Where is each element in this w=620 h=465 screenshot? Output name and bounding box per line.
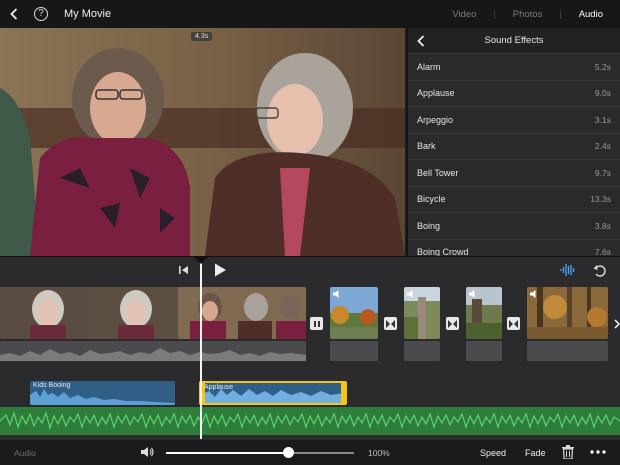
clip-thumbnails bbox=[0, 287, 306, 339]
help-button[interactable]: ? bbox=[34, 7, 48, 21]
music-waveform-graphic bbox=[0, 410, 620, 431]
back-button[interactable] bbox=[0, 0, 28, 28]
volume-slider-fill bbox=[166, 452, 289, 454]
sound-effect-item[interactable]: Boing 3.8s bbox=[408, 213, 620, 240]
transition-icon bbox=[509, 319, 518, 328]
bottom-toolbar: Audio 100% Speed Fade bbox=[0, 440, 620, 465]
trash-icon[interactable] bbox=[562, 445, 574, 459]
video-clip[interactable] bbox=[0, 287, 306, 339]
help-icon: ? bbox=[38, 8, 44, 19]
sound-effect-item[interactable]: Boing Crowd 7.6s bbox=[408, 240, 620, 256]
section-label: Audio bbox=[14, 447, 36, 458]
tab-video[interactable]: Video bbox=[435, 9, 493, 20]
transition-button[interactable] bbox=[384, 317, 397, 330]
clip-audio-waveform bbox=[330, 341, 378, 361]
sound-effect-item[interactable]: Bell Tower 9.7s bbox=[408, 160, 620, 187]
sound-effect-item[interactable]: Applause 9.0s bbox=[408, 81, 620, 107]
sound-effect-clip-label: Applause bbox=[204, 384, 234, 391]
chevron-right-icon bbox=[614, 319, 620, 329]
volume-slider-knob[interactable] bbox=[282, 447, 294, 458]
sound-effect-duration: 3.1s bbox=[594, 114, 611, 125]
transition-icon bbox=[386, 319, 395, 328]
clip-audio-waveform bbox=[466, 341, 502, 361]
sound-effect-duration: 7.6s bbox=[594, 247, 611, 256]
skip-to-start-icon[interactable] bbox=[178, 264, 190, 276]
sound-effect-name: Boing bbox=[417, 220, 441, 231]
sound-effect-duration: 2.4s bbox=[594, 141, 611, 152]
video-clip[interactable] bbox=[404, 287, 440, 339]
pause-transition-icon bbox=[313, 320, 320, 327]
sound-effect-item[interactable]: Arpeggio 3.1s bbox=[408, 107, 620, 134]
video-clip[interactable] bbox=[330, 287, 378, 339]
more-options-icon[interactable] bbox=[590, 450, 606, 454]
background-music-track[interactable] bbox=[0, 407, 620, 435]
clip-duration-badge: 4.3s bbox=[191, 32, 213, 41]
media-tabs: Video | Photos | Audio bbox=[435, 0, 620, 28]
sound-effect-name: Bell Tower bbox=[417, 167, 459, 178]
sound-effect-duration: 5.2s bbox=[594, 61, 611, 72]
sound-effects-panel: Sound Effects Alarm 5.2s Applause 9.0s Arp… bbox=[407, 28, 620, 256]
volume-percent: 100% bbox=[368, 447, 390, 458]
sound-effect-duration: 13.3s bbox=[590, 194, 611, 205]
chevron-left-icon bbox=[10, 8, 18, 20]
tab-photos[interactable]: Photos bbox=[496, 9, 560, 20]
sound-effect-clip-label: Kids Booing bbox=[33, 382, 71, 389]
sound-effect-item[interactable]: Bark 2.4s bbox=[408, 134, 620, 160]
video-clip[interactable] bbox=[527, 287, 608, 339]
clip-audio-waveform bbox=[404, 341, 440, 361]
panel-title: Sound Effects bbox=[484, 35, 544, 46]
speaker-muted-icon bbox=[530, 290, 536, 298]
timeline[interactable]: Kids Booing Applause bbox=[0, 256, 620, 440]
trim-handle-right[interactable] bbox=[341, 383, 345, 403]
video-clip[interactable] bbox=[466, 287, 502, 339]
video-frame-image bbox=[0, 28, 405, 256]
playhead[interactable] bbox=[200, 257, 202, 439]
panel-header: Sound Effects bbox=[408, 28, 620, 54]
fade-button[interactable]: Fade bbox=[525, 448, 546, 458]
sound-effect-item[interactable]: Bicycle 13.3s bbox=[408, 187, 620, 213]
chevron-left-icon bbox=[417, 34, 425, 47]
transition-icon bbox=[448, 319, 457, 328]
sound-effect-name: Arpeggio bbox=[417, 114, 454, 125]
waveform-graphic bbox=[0, 348, 306, 361]
playhead-marker bbox=[194, 257, 208, 264]
sound-effect-duration: 9.0s bbox=[594, 88, 611, 99]
sound-effect-name: Bark bbox=[417, 141, 436, 152]
sound-effect-name: Applause bbox=[417, 88, 455, 99]
clip-audio-waveform bbox=[527, 341, 608, 361]
transition-button[interactable] bbox=[507, 317, 520, 330]
transition-button[interactable] bbox=[310, 317, 323, 330]
transition-button[interactable] bbox=[446, 317, 459, 330]
speaker-muted-icon bbox=[469, 290, 475, 298]
audio-waveform-icon[interactable] bbox=[560, 263, 576, 277]
speaker-muted-icon bbox=[407, 290, 413, 298]
timeline-controls bbox=[0, 257, 620, 283]
clip-audio-waveform bbox=[0, 341, 306, 361]
sound-effect-duration: 9.7s bbox=[594, 167, 611, 178]
play-icon[interactable] bbox=[212, 262, 228, 278]
volume-slider-track[interactable] bbox=[166, 452, 354, 454]
panel-back-button[interactable] bbox=[408, 28, 434, 54]
sound-effect-clip-selected[interactable]: Applause bbox=[199, 381, 347, 405]
undo-icon[interactable] bbox=[592, 262, 607, 277]
volume-icon[interactable] bbox=[141, 446, 154, 458]
speaker-muted-icon bbox=[333, 290, 339, 298]
sound-effect-name: Boing Crowd bbox=[417, 247, 469, 256]
sound-effect-name: Alarm bbox=[417, 61, 441, 72]
tab-audio[interactable]: Audio bbox=[562, 9, 620, 20]
sound-effect-duration: 3.8s bbox=[594, 220, 611, 231]
sound-effect-name: Bicycle bbox=[417, 194, 446, 205]
sound-effect-clip[interactable]: Kids Booing bbox=[30, 381, 175, 405]
video-preview[interactable]: 4.3s bbox=[0, 28, 405, 256]
project-title: My Movie bbox=[64, 8, 112, 20]
sound-effect-item[interactable]: Alarm 5.2s bbox=[408, 54, 620, 81]
top-bar: ? My Movie Video | Photos | Audio bbox=[0, 0, 620, 28]
speed-button[interactable]: Speed bbox=[480, 448, 506, 458]
